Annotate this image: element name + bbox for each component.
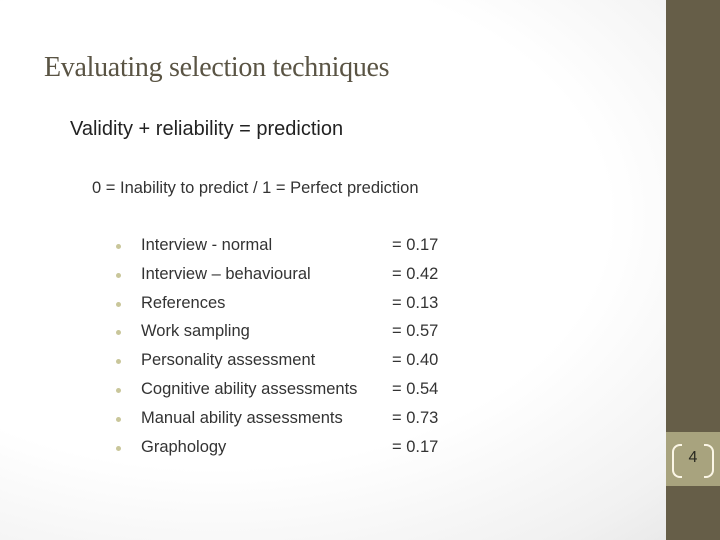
bullet-icon — [116, 272, 121, 278]
scale-note: 0 = Inability to predict / 1 = Perfect p… — [92, 179, 419, 197]
technique-value: = 0.17 — [392, 437, 439, 456]
technique-value: = 0.13 — [392, 293, 439, 312]
bullet-icon — [116, 244, 121, 249]
technique-value: = 0.73 — [392, 408, 439, 427]
technique-label: Manual ability assessments — [141, 408, 343, 427]
bullet-icon — [116, 330, 121, 336]
bullet-icon — [116, 359, 121, 365]
slide-subtitle: Validity + reliability = prediction — [70, 118, 344, 140]
technique-value: = 0.17 — [392, 236, 439, 254]
bullet-icon — [116, 445, 121, 451]
technique-label: Cognitive ability assessments — [141, 379, 358, 398]
slide-title: Evaluating selection techniques — [44, 52, 390, 83]
technique-value: = 0.42 — [392, 264, 439, 283]
technique-label: Work sampling — [141, 322, 250, 341]
page-number-box: 4 — [666, 432, 720, 486]
technique-label: Graphology — [141, 437, 227, 456]
bullet-icon — [116, 387, 121, 393]
bullet-icon — [116, 301, 121, 307]
technique-label: Interview - normal — [141, 236, 273, 254]
technique-value: = 0.57 — [392, 322, 439, 341]
technique-label: Personality assessment — [141, 351, 316, 370]
technique-label: Interview – behavioural — [141, 264, 311, 283]
technique-label: References — [141, 293, 226, 312]
technique-value: = 0.40 — [392, 351, 439, 370]
right-bracket-icon — [704, 444, 714, 478]
bullet-icon — [116, 416, 121, 422]
technique-value: = 0.54 — [392, 379, 439, 398]
